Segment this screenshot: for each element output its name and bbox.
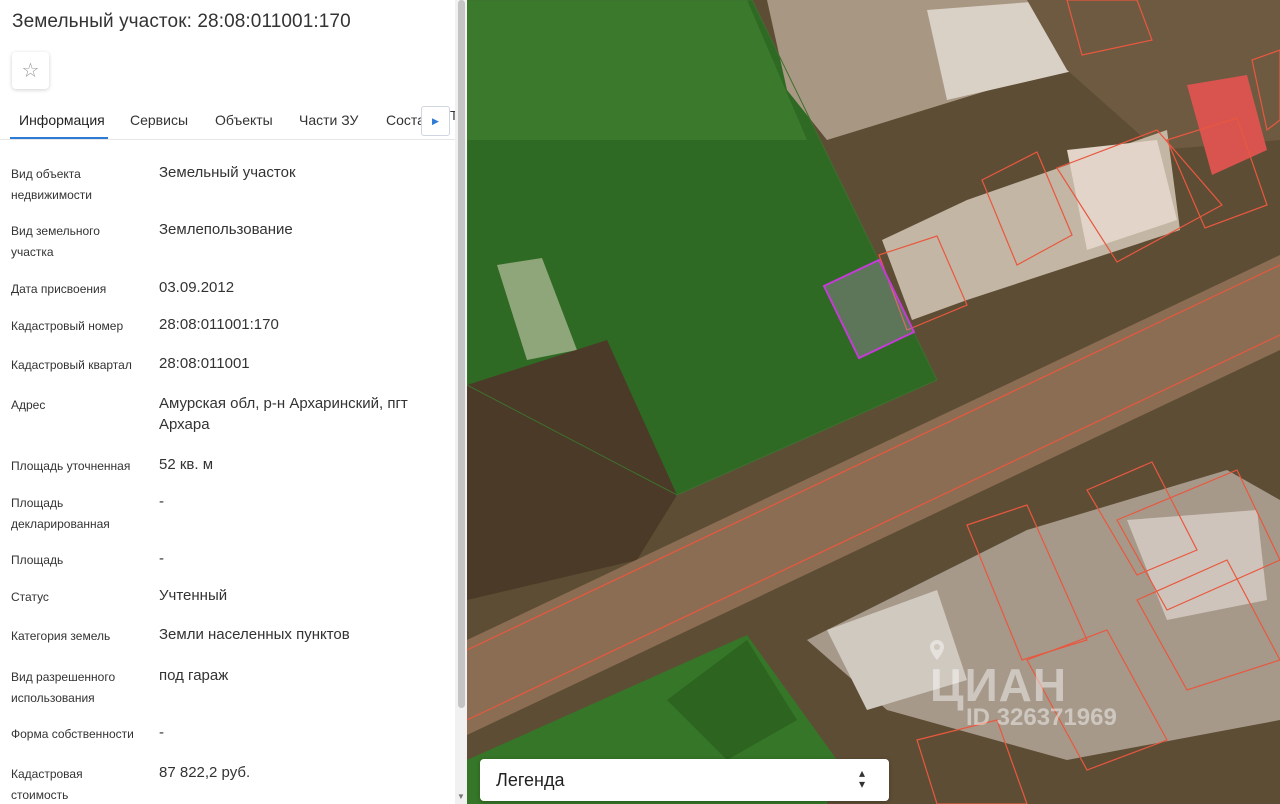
page-title: Земельный участок: 28:08:011001:170 — [12, 11, 351, 32]
row-value: под гараж — [159, 667, 229, 684]
tab-information[interactable]: Информация — [19, 112, 105, 128]
tab-parts[interactable]: Части ЗУ — [299, 112, 358, 128]
tab-bar: Информация Сервисы Объекты Части ЗУ Сост… — [0, 100, 455, 140]
row-value: 03.09.2012 — [159, 279, 235, 296]
tab-objects[interactable]: Объекты — [215, 112, 273, 128]
row-label: Кадастровая стоимость — [11, 767, 83, 802]
favorite-button[interactable]: ☆ — [12, 52, 49, 89]
row-label: Вид объекта недвижимости — [11, 167, 92, 202]
triangle-right-icon: ▶ — [432, 115, 439, 126]
row-value: Земельный участок — [159, 164, 296, 181]
row-label: Вид разрешенного использования — [11, 670, 116, 705]
scrollbar-thumb[interactable] — [458, 0, 465, 708]
row-value: Амурская обл, р-н Архаринский, пгт Архар… — [159, 395, 408, 433]
row-value: - — [159, 550, 164, 567]
panel-scrollbar[interactable]: ▼ — [455, 0, 467, 804]
satellite-map[interactable]: ЦИАН ID 326371969 — [467, 0, 1280, 804]
row-value[interactable]: 28:08:011001 — [159, 353, 444, 374]
legend-dropdown[interactable]: Легенда ▴ ▾ — [480, 759, 889, 801]
star-icon: ☆ — [21, 60, 40, 82]
tab-composition[interactable]: Соста — [386, 112, 425, 128]
row-value[interactable]: 28:08:011001:170 — [159, 314, 444, 335]
row-value: Земли населенных пунктов — [159, 626, 350, 643]
row-label: Площадь — [11, 553, 64, 567]
row-label: Площадь уточненная — [11, 459, 131, 473]
tab-services[interactable]: Сервисы — [130, 112, 188, 128]
row-label: Площадь декларированная — [11, 496, 110, 531]
row-label: Кадастровый квартал — [11, 358, 132, 372]
row-value: - — [159, 493, 164, 510]
chevron-up-down-icon[interactable]: ▴ ▾ — [853, 767, 871, 792]
row-label: Категория земель — [11, 629, 111, 643]
row-label: Вид земельного участка — [11, 224, 100, 259]
row-label: Дата присвоения — [11, 282, 107, 296]
legend-label: Легенда — [496, 770, 565, 790]
row-label: Адрес — [11, 398, 46, 412]
info-panel: Земельный участок: 28:08:011001:170 ☆ Ин… — [0, 0, 467, 804]
watermark-id: ID 326371969 — [966, 704, 1117, 731]
location-pin-icon — [930, 640, 944, 660]
active-tab-indicator — [10, 137, 108, 139]
map-imagery — [467, 0, 1280, 804]
row-value: - — [159, 724, 164, 741]
row-value: Учтенный — [159, 587, 228, 604]
row-value: 52 кв. м — [159, 456, 214, 473]
row-label: Форма собственности — [11, 727, 134, 741]
scroll-down-arrow-icon[interactable]: ▼ — [457, 793, 465, 801]
row-value: 87 822,2 руб. — [159, 764, 251, 781]
row-label: Статус — [11, 590, 49, 604]
row-label: Кадастровый номер — [11, 319, 124, 333]
row-value: Землепользование — [159, 221, 293, 238]
tab-scroll-right-button[interactable]: ▶ — [421, 106, 450, 136]
